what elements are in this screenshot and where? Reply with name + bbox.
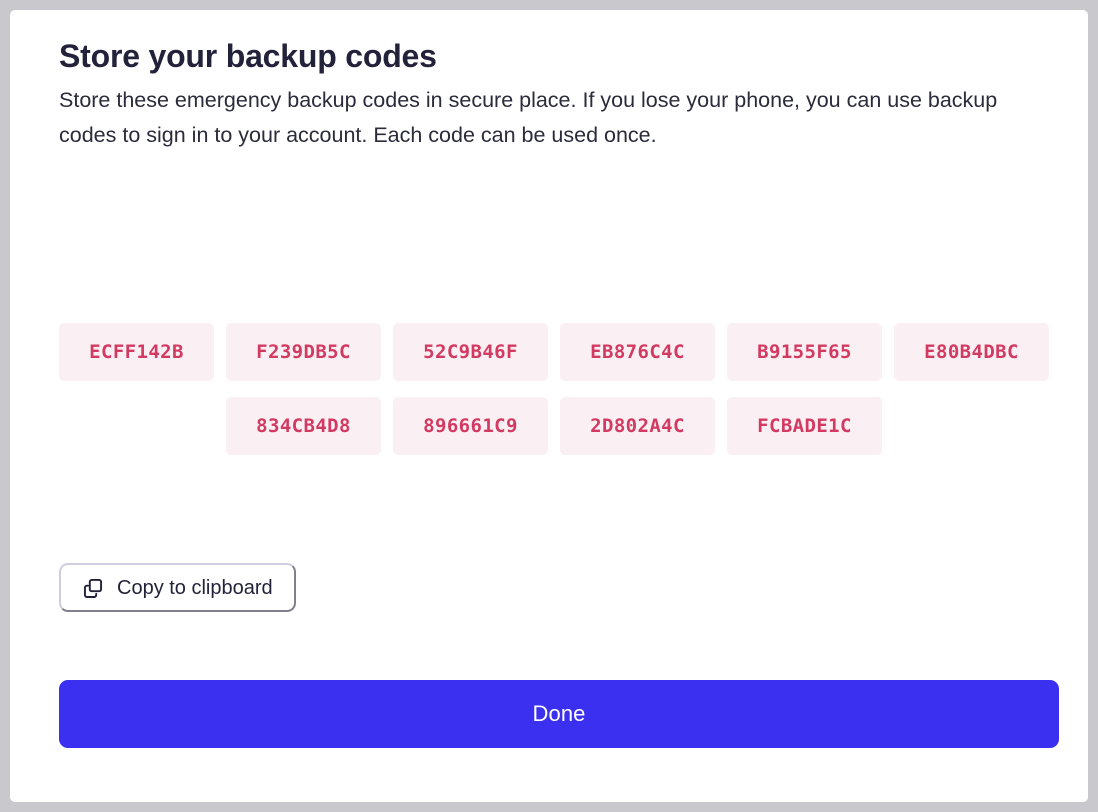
backup-code-chip[interactable]: EB876C4C (560, 323, 715, 381)
page-title: Store your backup codes (59, 38, 437, 74)
backup-code-chip[interactable]: B9155F65 (727, 323, 882, 381)
copy-to-clipboard-button[interactable]: Copy to clipboard (59, 563, 296, 612)
backup-code-chip[interactable]: 2D802A4C (560, 397, 715, 455)
copy-to-clipboard-label: Copy to clipboard (117, 576, 273, 599)
backup-code-chip[interactable]: 834CB4D8 (226, 397, 381, 455)
backup-code-chip[interactable]: 52C9B46F (393, 323, 548, 381)
copy-icon (83, 578, 103, 598)
backup-code-chip[interactable]: ECFF142B (59, 323, 214, 381)
backup-code-chip[interactable]: E80B4DBC (894, 323, 1049, 381)
backup-codes-dialog: Store your backup codes Store these emer… (10, 10, 1088, 802)
done-button[interactable]: Done (59, 680, 1059, 748)
backup-codes-grid: ECFF142B F239DB5C 52C9B46F EB876C4C B915… (59, 323, 1059, 455)
dialog-description: Store these emergency backup codes in se… (59, 88, 998, 147)
backup-code-chip[interactable]: F239DB5C (226, 323, 381, 381)
backup-code-chip[interactable]: FCBADE1C (727, 397, 882, 455)
dialog-header: Store your backup codes Store these emer… (59, 10, 1058, 153)
backup-code-chip[interactable]: 896661C9 (393, 397, 548, 455)
